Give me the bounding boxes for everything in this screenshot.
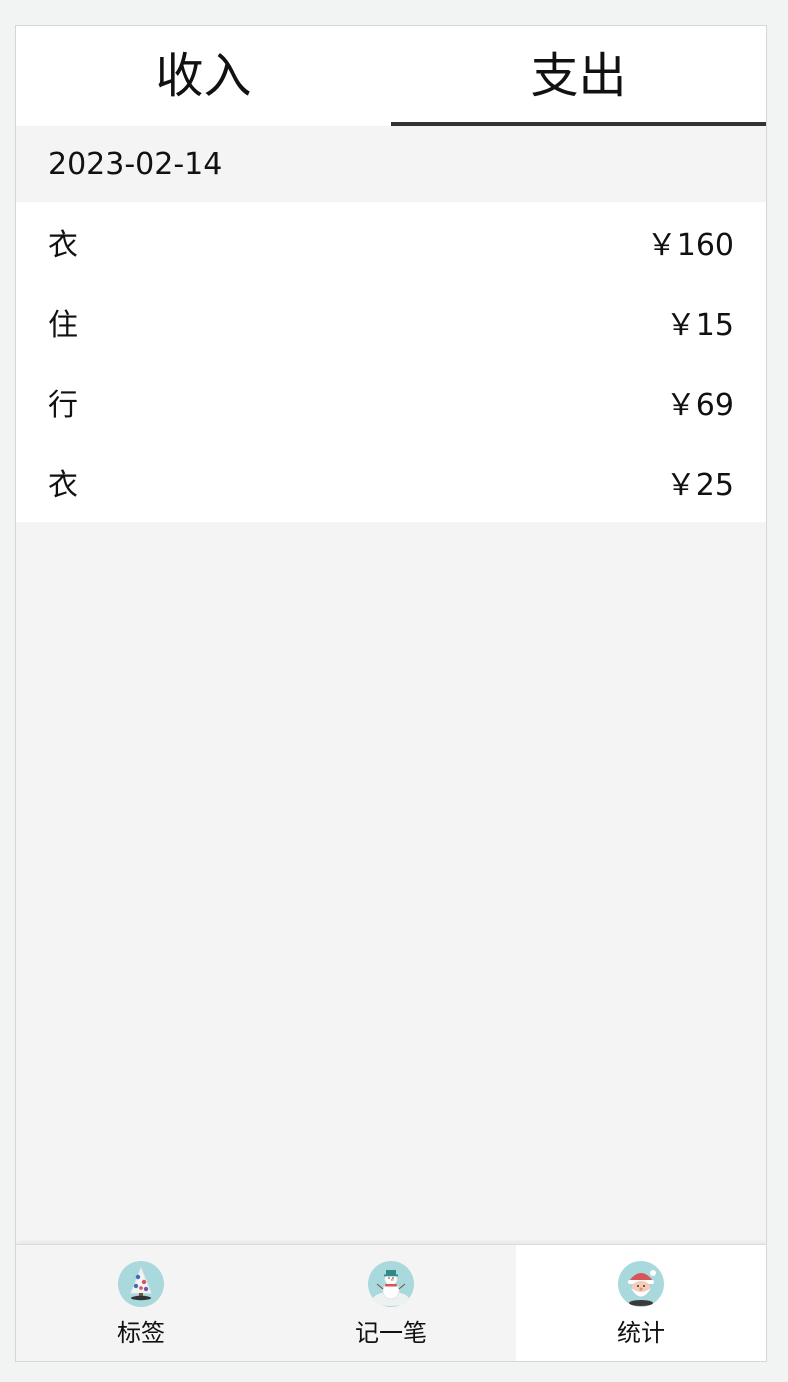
tab-income-label: 收入 bbox=[155, 48, 252, 104]
nav-add-record-label: 记一笔 bbox=[355, 1319, 427, 1347]
app-frame: 收入 支出 2023-02-14 衣 ￥160 住 ￥15 行 ￥69 衣 ￥2… bbox=[15, 25, 767, 1362]
nav-statistics-label: 统计 bbox=[617, 1319, 665, 1347]
nav-statistics[interactable]: 统计 bbox=[516, 1245, 766, 1361]
list-item[interactable]: 行 ￥69 bbox=[16, 362, 766, 442]
record-amount: ￥25 bbox=[665, 468, 734, 503]
christmas-tree-icon bbox=[118, 1261, 164, 1307]
date-label: 2023-02-14 bbox=[48, 146, 223, 182]
record-category: 衣 bbox=[48, 468, 78, 503]
nav-add-record[interactable]: 记一笔 bbox=[266, 1245, 516, 1361]
list-item[interactable]: 住 ￥15 bbox=[16, 282, 766, 362]
record-amount: ￥15 bbox=[665, 308, 734, 343]
nav-tags[interactable]: 标签 bbox=[16, 1245, 266, 1361]
bottom-nav: 标签 记一笔 统计 bbox=[16, 1244, 766, 1361]
tab-income[interactable]: 收入 bbox=[16, 26, 391, 126]
type-tabs: 收入 支出 bbox=[16, 26, 766, 126]
tab-expense[interactable]: 支出 bbox=[391, 26, 766, 126]
record-amount: ￥69 bbox=[665, 388, 734, 423]
list-item[interactable]: 衣 ￥25 bbox=[16, 442, 766, 522]
santa-icon bbox=[618, 1261, 664, 1307]
date-header: 2023-02-14 bbox=[16, 126, 766, 202]
tab-expense-label: 支出 bbox=[530, 48, 627, 104]
nav-tags-label: 标签 bbox=[117, 1319, 165, 1347]
record-category: 衣 bbox=[48, 228, 78, 263]
snowman-icon bbox=[368, 1261, 414, 1307]
record-category: 住 bbox=[48, 308, 78, 343]
record-amount: ￥160 bbox=[646, 228, 734, 263]
list-item[interactable]: 衣 ￥160 bbox=[16, 202, 766, 282]
record-list: 衣 ￥160 住 ￥15 行 ￥69 衣 ￥25 bbox=[16, 202, 766, 522]
record-category: 行 bbox=[48, 388, 78, 423]
